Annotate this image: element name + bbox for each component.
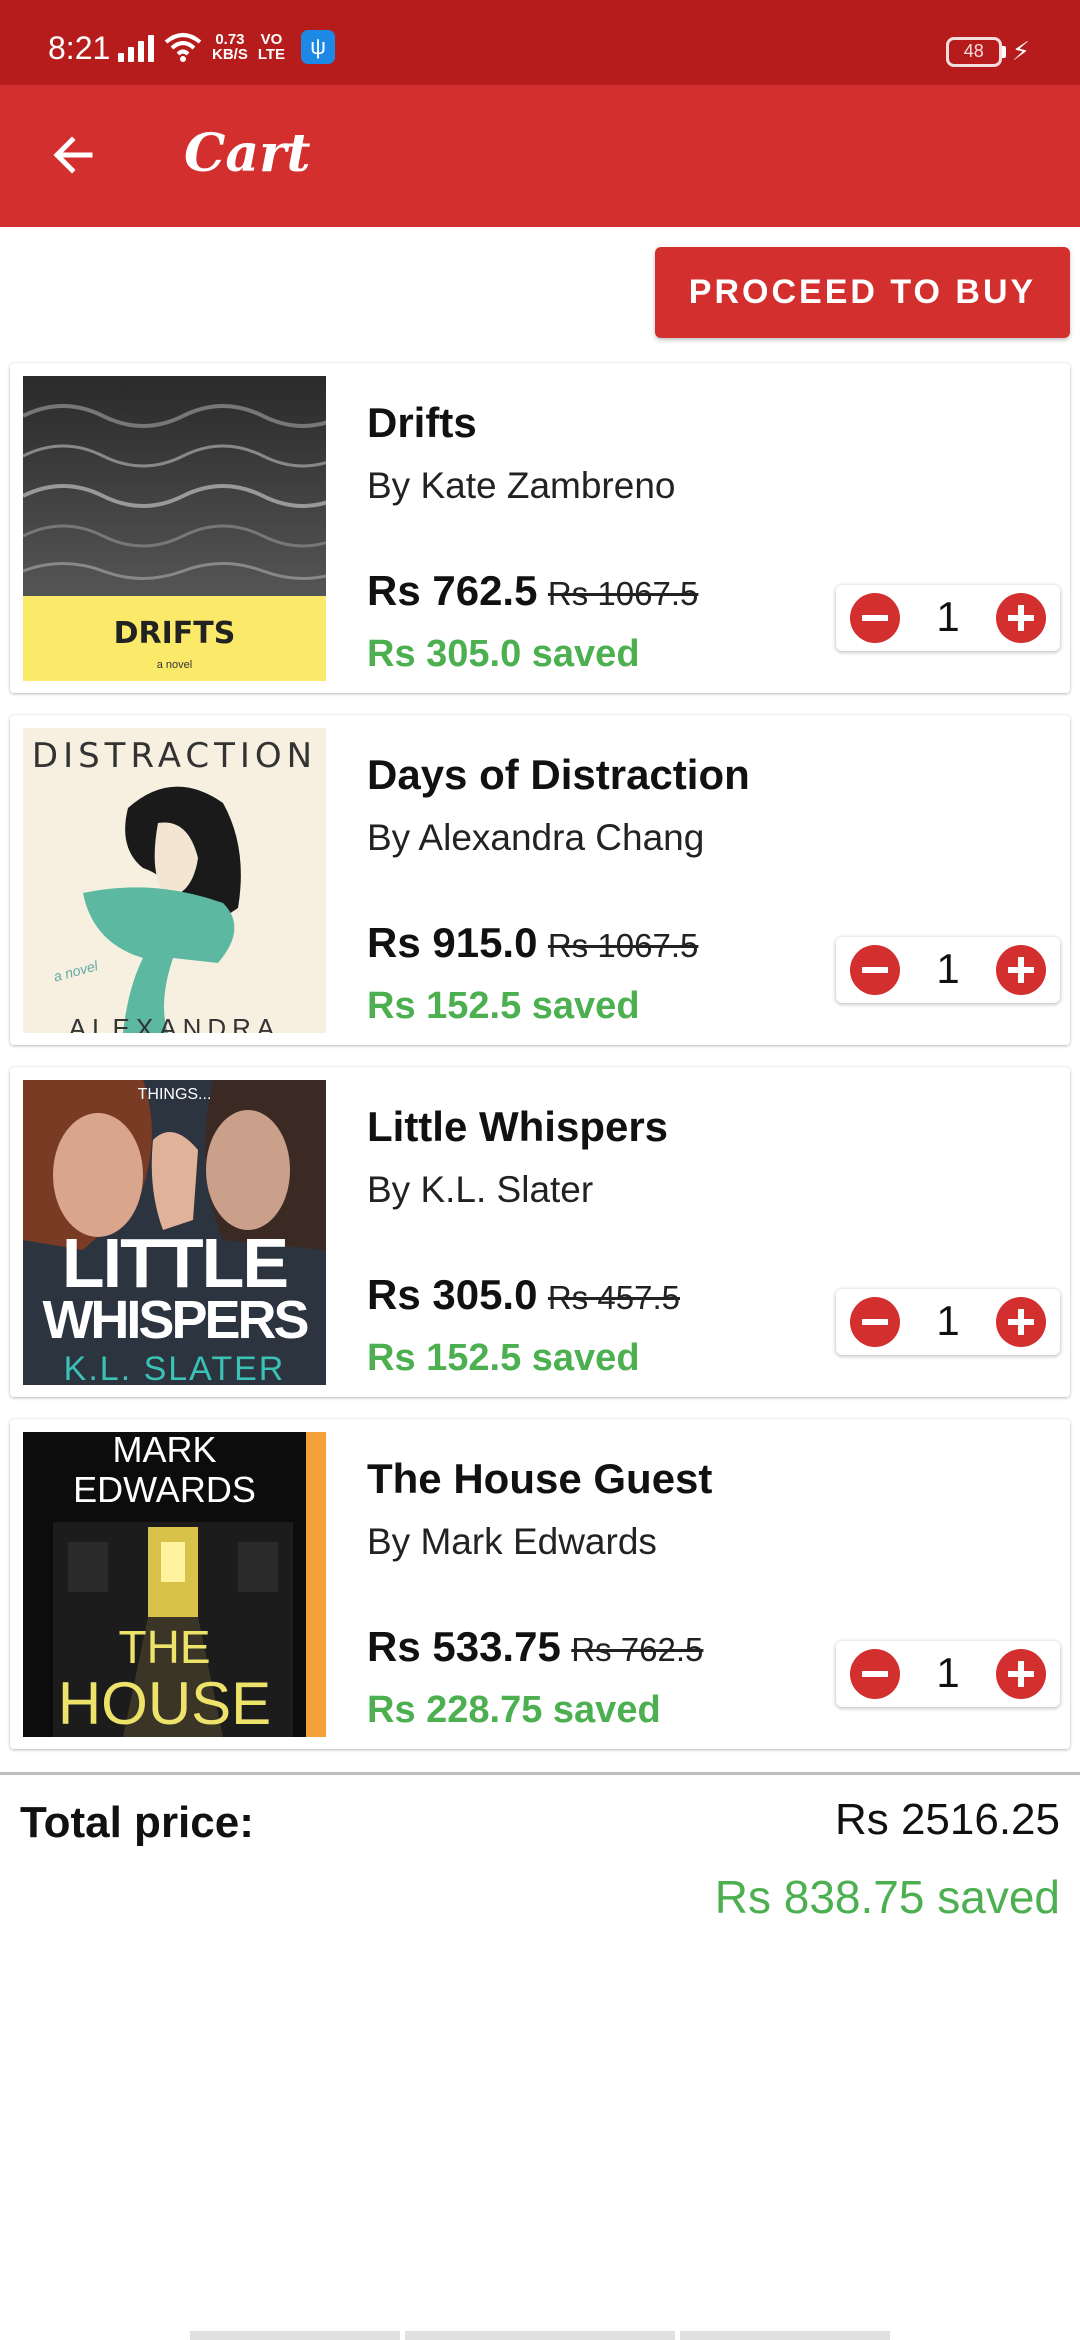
price-row: Rs 533.75 Rs 762.5	[367, 1623, 703, 1671]
saved-amount: Rs 305.0 saved	[367, 633, 640, 675]
cart-item[interactable]: DRIFTS a novel Drifts By Kate Zambreno R…	[10, 363, 1070, 693]
book-author: By Mark Edwards	[367, 1521, 657, 1562]
nav-bar-segment	[405, 2331, 675, 2340]
divider	[0, 1772, 1080, 1775]
proceed-to-buy-button[interactable]: PROCEED TO BUY	[655, 247, 1070, 338]
price-row: Rs 762.5 Rs 1067.5	[367, 567, 698, 615]
page-title: Cart	[184, 123, 311, 184]
total-price-value: Rs 2516.25	[834, 1795, 1060, 1844]
price-row: Rs 305.0 Rs 457.5	[367, 1271, 680, 1319]
cart-item[interactable]: MARK EDWARDS THE HOUSE The House Guest B…	[10, 1419, 1070, 1749]
nav-bar-segment	[680, 2331, 890, 2340]
total-saved-amount: Rs 838.75 saved	[714, 1871, 1060, 1923]
charging-icon: ⚡	[1011, 36, 1030, 66]
plus-icon[interactable]	[996, 945, 1046, 995]
arrow-left-icon[interactable]	[44, 125, 104, 185]
signal-icon	[118, 32, 154, 62]
book-title: Drifts	[367, 399, 477, 446]
quantity-stepper: 1	[836, 937, 1060, 1003]
quantity-stepper: 1	[836, 1289, 1060, 1355]
book-cover-image: THINGS... LITTLE WHISPERS K.L. SLATER	[23, 1080, 326, 1385]
price: Rs 915.0	[367, 919, 538, 966]
quantity-stepper: 1	[836, 585, 1060, 651]
usb-icon: ψ	[301, 30, 336, 64]
original-price: Rs 1067.5	[547, 575, 699, 612]
nav-bar-segment	[190, 2331, 400, 2340]
book-author: By Alexandra Chang	[367, 817, 705, 858]
total-price-label: Total price:	[20, 1798, 254, 1847]
book-title: The House Guest	[367, 1455, 713, 1502]
book-title: Days of Distraction	[367, 751, 750, 798]
book-cover-image: DRIFTS a novel	[23, 376, 326, 681]
book-cover-image: DISTRACTION a novel ALEXANDRA	[23, 728, 326, 1033]
network-speed: 0.73 KB/S	[212, 31, 248, 63]
original-price: Rs 762.5	[571, 1631, 704, 1668]
plus-icon[interactable]	[996, 1297, 1046, 1347]
plus-icon[interactable]	[996, 1649, 1046, 1699]
original-price: Rs 457.5	[547, 1279, 681, 1316]
cart-item[interactable]: THINGS... LITTLE WHISPERS K.L. SLATER Li…	[10, 1067, 1070, 1397]
price: Rs 533.75	[367, 1623, 561, 1670]
price: Rs 762.5	[367, 567, 538, 614]
battery-icon: 48	[945, 36, 1002, 67]
book-title: Little Whispers	[367, 1103, 669, 1150]
status-icons: 0.73 KB/S VO LTE ψ	[118, 30, 336, 64]
plus-icon[interactable]	[996, 593, 1046, 643]
wifi-icon	[164, 33, 202, 62]
book-author: By K.L. Slater	[367, 1169, 594, 1210]
book-cover-image: MARK EDWARDS THE HOUSE	[23, 1432, 326, 1737]
status-bar: 8:21 0.73 KB/S VO LTE ψ 48 ⚡	[0, 0, 1080, 85]
original-price: Rs 1067.5	[547, 927, 699, 964]
battery-indicator: 48 ⚡	[945, 36, 1030, 67]
price: Rs 305.0	[367, 1271, 538, 1318]
saved-amount: Rs 152.5 saved	[367, 1337, 640, 1379]
volte-indicator: VO LTE	[257, 31, 286, 63]
quantity-stepper: 1	[836, 1641, 1060, 1707]
price-row: Rs 915.0 Rs 1067.5	[367, 919, 698, 967]
app-bar: Cart	[0, 85, 1080, 227]
book-author: By Kate Zambreno	[367, 465, 676, 506]
saved-amount: Rs 152.5 saved	[367, 985, 640, 1027]
status-time: 8:21	[48, 30, 111, 66]
saved-amount: Rs 228.75 saved	[367, 1689, 661, 1731]
cart-item[interactable]: DISTRACTION a novel ALEXANDRA Days of Di…	[10, 715, 1070, 1045]
